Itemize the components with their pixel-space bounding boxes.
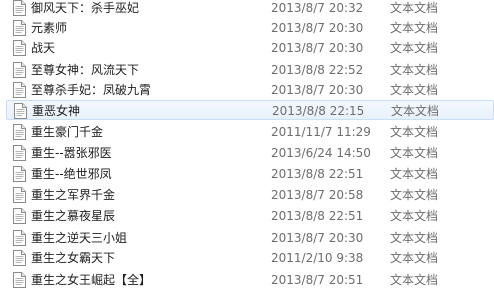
file-row[interactable]: 重生之军界千金 2013/8/7 20:58 文本文档	[6, 185, 494, 205]
text-document-icon	[13, 124, 26, 140]
text-document-icon	[13, 20, 26, 36]
file-type: 文本文档	[390, 209, 439, 223]
file-type: 文本文档	[390, 251, 439, 265]
file-name: 战天	[31, 41, 56, 55]
file-row[interactable]: 战天 2013/8/7 20:30 文本文档	[6, 38, 494, 58]
file-row[interactable]: 至尊杀手妃：凤破九霄 2013/8/7 20:30 文本文档	[6, 80, 494, 100]
file-row[interactable]: 重生--绝世邪凤 2013/8/8 22:51 文本文档	[6, 164, 494, 184]
file-name: 御风天下：杀手巫妃	[31, 1, 140, 15]
file-row-selected[interactable]: 重恶女神 2013/8/8 22:15 文本文档	[6, 100, 494, 120]
file-type: 文本文档	[391, 104, 440, 118]
file-type: 文本文档	[390, 21, 439, 35]
file-type: 文本文档	[390, 1, 439, 15]
file-name: 重生之女霸天下	[31, 251, 116, 265]
file-type: 文本文档	[390, 41, 439, 55]
file-name: 重生--嚣张邪医	[31, 146, 112, 160]
text-document-icon	[13, 40, 26, 56]
file-name: 元素师	[31, 21, 68, 35]
file-modified-date: 2013/8/7 20:51	[271, 273, 364, 287]
file-row[interactable]: 重生豪门千金 2011/11/7 11:29 文本文档	[6, 122, 494, 142]
file-row[interactable]: 重生之女霸天下 2011/2/10 9:38 文本文档	[6, 248, 494, 268]
file-list: 御风天下：杀手巫妃 2013/8/7 20:32 文本文档 元素师 2013/8…	[0, 0, 494, 290]
file-name: 重生之女王崛起【全】	[31, 273, 152, 287]
file-modified-date: 2013/8/8 22:51	[271, 167, 364, 181]
text-document-icon	[13, 208, 26, 224]
file-name: 重生--绝世邪凤	[31, 167, 112, 181]
file-modified-date: 2013/8/7 20:58	[271, 188, 364, 202]
file-modified-date: 2013/8/8 22:52	[271, 63, 364, 77]
file-modified-date: 2013/8/7 20:32	[271, 1, 364, 15]
text-document-icon	[13, 230, 26, 246]
text-document-icon	[13, 145, 26, 161]
file-row[interactable]: 重生--嚣张邪医 2013/6/24 14:50 文本文档	[6, 143, 494, 163]
file-modified-date: 2013/8/7 20:30	[271, 21, 364, 35]
file-row[interactable]: 元素师 2013/8/7 20:30 文本文档	[6, 18, 494, 38]
file-row[interactable]: 重生之慕夜星辰 2013/8/8 22:51 文本文档	[6, 206, 494, 226]
file-name: 重生之军界千金	[31, 188, 116, 202]
file-type: 文本文档	[390, 63, 439, 77]
file-name: 至尊杀手妃：凤破九霄	[31, 83, 152, 97]
file-modified-date: 2013/6/24 14:50	[271, 146, 371, 160]
file-modified-date: 2011/11/7 11:29	[271, 125, 371, 139]
file-type: 文本文档	[390, 188, 439, 202]
file-row[interactable]: 重生之女王崛起【全】 2013/8/7 20:51 文本文档	[6, 270, 494, 290]
file-modified-date: 2013/8/7 20:30	[271, 41, 364, 55]
file-name: 重恶女神	[32, 104, 81, 118]
file-modified-date: 2013/8/7 20:30	[271, 231, 364, 245]
text-document-icon	[13, 187, 26, 203]
file-modified-date: 2013/8/7 20:30	[271, 83, 364, 97]
text-document-icon	[13, 166, 26, 182]
file-row[interactable]: 重生之逆天三小姐 2013/8/7 20:30 文本文档	[6, 228, 494, 248]
file-type: 文本文档	[390, 146, 439, 160]
file-row[interactable]: 至尊女神：风流天下 2013/8/8 22:52 文本文档	[6, 60, 494, 80]
file-name: 重生豪门千金	[31, 125, 104, 139]
text-document-icon	[13, 272, 26, 288]
text-document-icon	[14, 103, 27, 119]
file-type: 文本文档	[390, 167, 439, 181]
text-document-icon	[13, 250, 26, 266]
text-document-icon	[13, 82, 26, 98]
text-document-icon	[13, 0, 26, 16]
file-name: 重生之慕夜星辰	[31, 209, 116, 223]
file-type: 文本文档	[390, 273, 439, 287]
file-type: 文本文档	[390, 231, 439, 245]
file-modified-date: 2013/8/8 22:15	[272, 104, 365, 118]
file-type: 文本文档	[390, 125, 439, 139]
file-name: 重生之逆天三小姐	[31, 231, 128, 245]
text-document-icon	[13, 62, 26, 78]
file-row[interactable]: 御风天下：杀手巫妃 2013/8/7 20:32 文本文档	[6, 0, 494, 18]
file-name: 至尊女神：风流天下	[31, 63, 140, 77]
file-modified-date: 2013/8/8 22:51	[271, 209, 364, 223]
file-modified-date: 2011/2/10 9:38	[271, 251, 364, 265]
file-type: 文本文档	[390, 83, 439, 97]
